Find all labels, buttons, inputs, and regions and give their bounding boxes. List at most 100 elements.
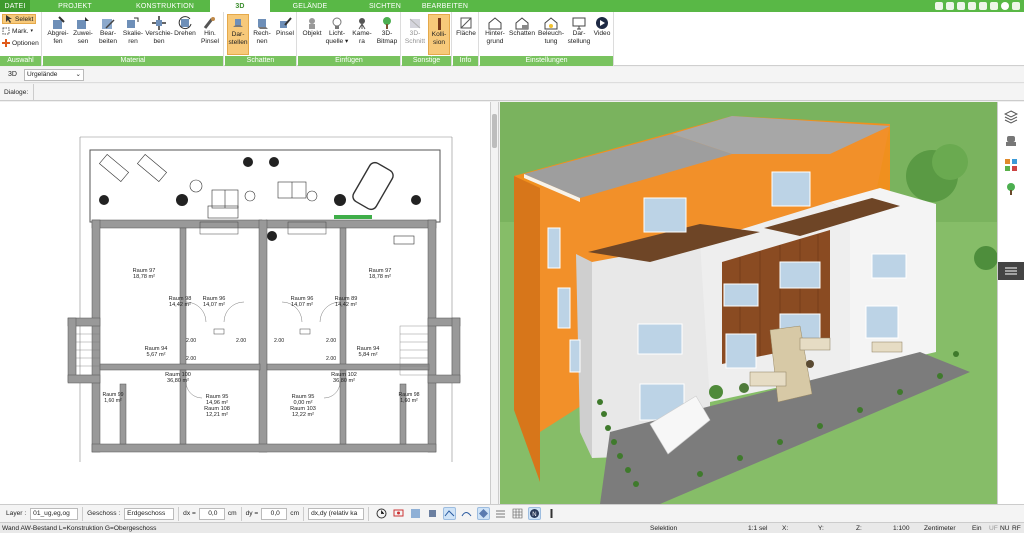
save-icon[interactable] — [946, 2, 954, 10]
pin-icon[interactable] — [935, 2, 943, 10]
beleuchtung-button[interactable]: Beleuch- tung — [537, 14, 565, 55]
plan-vertical-scrollbar[interactable] — [491, 102, 499, 504]
mark-icon — [2, 27, 10, 35]
group-label-einstellungen: Einstellungen — [480, 56, 613, 66]
lichtquelle-button[interactable]: Licht- quelle ▾ — [325, 14, 349, 55]
room-area: 14,07 m² — [290, 302, 314, 308]
clock-icon[interactable] — [375, 507, 388, 520]
ribbon: Selekt Mark. ▾ Optionen Auswahl Abgrei- f… — [0, 12, 1024, 66]
pinsel-button[interactable]: Pinsel — [274, 14, 296, 55]
coordinate-mode-value: dx,dy (relativ ka — [311, 509, 358, 517]
skalieren-button[interactable]: Skalie- ren — [122, 14, 144, 55]
print-icon[interactable] — [957, 2, 965, 10]
group-label-einfuegen: Einfügen — [298, 56, 400, 66]
tab-sichten[interactable]: SICHTEN — [350, 0, 420, 12]
tab-bearbeiten[interactable]: BEARBEITEN — [420, 0, 470, 12]
darstellen-button[interactable]: Dar- stellen — [227, 14, 249, 55]
room-area: 18,78 m² — [368, 274, 392, 280]
selekt-button[interactable]: Selekt — [2, 14, 37, 24]
geschoss-select[interactable]: Erdgeschoss — [124, 507, 175, 520]
tab-konstruktion[interactable]: KONSTRUKTION — [120, 0, 210, 12]
line-snap-icon[interactable] — [443, 507, 457, 520]
window-menu-icon[interactable] — [1012, 2, 1020, 10]
room-label: Raum 94 5,67 m² — [140, 346, 172, 358]
room-label: Raum 95 0,00 m² Raum 103 12,22 m² — [286, 394, 320, 418]
help-icon[interactable] — [1001, 2, 1009, 10]
mark-label: Mark. — [12, 27, 29, 35]
terrain-select-value: Urgelände — [27, 71, 58, 78]
pinsel-label: Pinsel — [276, 30, 294, 37]
flaeche-button[interactable]: Fläche — [455, 14, 477, 55]
furniture-icon[interactable] — [1002, 132, 1020, 150]
status-uf: UF — [989, 525, 998, 532]
darstellung-button[interactable]: Dar- stellung — [566, 14, 592, 55]
status-x: X: — [782, 525, 789, 532]
stripes-icon[interactable] — [494, 507, 507, 520]
hintergrund-button[interactable]: Hinter- grund — [482, 14, 508, 55]
tree-bitmap-icon — [380, 15, 395, 30]
drehen-button[interactable]: Drehen — [174, 14, 196, 55]
verschieben-label: Verschie- ben — [145, 30, 173, 45]
plant-icon[interactable] — [1002, 180, 1020, 198]
curve-snap-icon[interactable] — [460, 507, 473, 520]
tab-gelaende[interactable]: GELÄNDE — [270, 0, 350, 12]
tab-3d[interactable]: 3D — [210, 0, 270, 12]
folder-icon[interactable] — [968, 2, 976, 10]
status-unit: Zentimeter — [924, 525, 956, 532]
3d-bitmap-button[interactable]: 3D- Bitmap — [375, 14, 399, 55]
coordinate-mode-select[interactable]: dx,dy (relativ ka — [308, 507, 365, 520]
video-button[interactable]: Video — [592, 14, 612, 55]
shadow-brush-icon — [278, 15, 293, 30]
kollision-button[interactable]: Kolli- sion — [428, 14, 450, 55]
undo-icon[interactable] — [979, 2, 987, 10]
materials-icon[interactable] — [1002, 156, 1020, 174]
schatten-settings-button[interactable]: Schatten — [508, 14, 536, 55]
dimension-label: 2.00 — [236, 338, 247, 344]
layer-select[interactable]: 01_ug,eg,og — [30, 507, 79, 520]
status-message: Wand AW-Bestand L=Konstruktion G=Oberges… — [2, 525, 157, 532]
mark-button[interactable]: Mark. ▾ — [2, 26, 33, 36]
3d-schnitt-button[interactable]: 3D- Schnitt — [404, 14, 426, 55]
dx-input[interactable]: 0,0 — [198, 507, 225, 520]
pipe-icon[interactable] — [545, 507, 558, 520]
tab-projekt[interactable]: PROJEKT — [30, 0, 120, 12]
abgreifen-button[interactable]: Abgrei- fen — [47, 14, 69, 55]
redo-icon[interactable] — [990, 2, 998, 10]
layers-icon[interactable] — [1002, 108, 1020, 126]
group-einstellungen: Hinter- grund Schatten Beleuch- tung Dar… — [480, 12, 614, 66]
status-bar: Wand AW-Bestand L=Konstruktion G=Oberges… — [0, 522, 1024, 533]
objekt-button[interactable]: Objekt — [300, 14, 324, 55]
room-area: 1,60 m² — [104, 398, 122, 404]
bearbeiten-button[interactable]: Bear- beiten — [97, 14, 119, 55]
north-arrow-icon[interactable]: N — [528, 507, 542, 520]
zuweisen-button[interactable]: Zuwei- sen — [72, 14, 94, 55]
floor-plan-view[interactable]: Raum 97 18,78 m² Raum 98 14,42 m² Raum 96 1… — [0, 102, 491, 504]
tab-datei[interactable]: DATEI — [0, 0, 30, 12]
room-label: Raum 100 36,80 m² — [162, 372, 194, 384]
hamburger-menu-icon[interactable] — [998, 262, 1024, 280]
shadow-calc-icon — [255, 15, 270, 30]
room-area: 14,42 m² — [334, 302, 358, 308]
hin-pinsel-label: Hin. Pinsel — [201, 30, 219, 45]
terrain-select[interactable]: Urgelände ⌄ — [24, 69, 84, 81]
dy-input[interactable]: 0,0 — [261, 507, 288, 520]
rechnen-button[interactable]: Rech- nen — [251, 14, 273, 55]
object-snap-icon[interactable] — [426, 507, 439, 520]
3d-view[interactable] — [500, 102, 997, 504]
scale-icon — [126, 15, 141, 30]
status-scale: 1:100 — [893, 525, 910, 532]
kamera-button[interactable]: Kame- ra — [351, 14, 373, 55]
floor-plan-drawing — [67, 136, 461, 462]
separator — [303, 506, 305, 521]
room-area: 5,84 m² — [358, 352, 378, 358]
screen-record-icon[interactable] — [392, 507, 405, 520]
scrollbar-thumb[interactable] — [492, 114, 497, 148]
bottom-toolbar: Layer : 01_ug,eg,og Geschoss : Erdgescho… — [0, 504, 1024, 522]
diamond-snap-icon[interactable] — [477, 507, 491, 520]
area-icon — [459, 15, 474, 30]
verschieben-button[interactable]: Verschie- ben — [145, 14, 173, 55]
hin-pinsel-button[interactable]: Hin. Pinsel — [199, 14, 221, 55]
snap-grid-icon[interactable] — [409, 507, 422, 520]
optionen-button[interactable]: Optionen — [2, 38, 39, 48]
grid-icon[interactable] — [511, 507, 524, 520]
